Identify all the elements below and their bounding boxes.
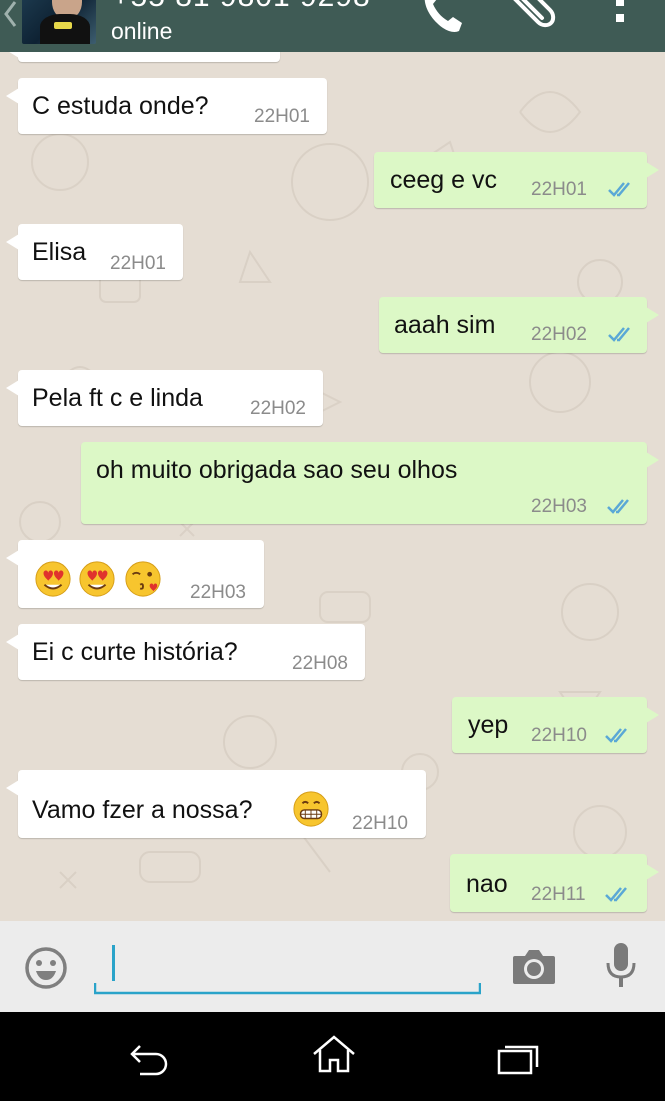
read-ticks-icon	[608, 327, 630, 342]
message-bubble-incoming[interactable]: Elisa 22H01	[6, 224, 183, 280]
message-time: 22H01	[254, 106, 310, 127]
message-bubble-outgoing[interactable]: nao 22H11	[450, 854, 659, 912]
message-text: Ei c curte história?	[32, 638, 238, 666]
heart-eyes-emoji	[79, 561, 115, 597]
message-time: 22H11	[531, 884, 586, 905]
message-time: 22H01	[110, 253, 166, 274]
message-time: 22H02	[531, 324, 587, 345]
message-bubble-outgoing[interactable]: ceeg e vc 22H01	[374, 152, 659, 208]
read-ticks-icon	[605, 887, 627, 902]
read-ticks-icon	[607, 499, 629, 514]
message-text: oh muito obrigada sao seu olhos	[96, 456, 458, 484]
contact-status: online	[111, 18, 173, 44]
back-chevron-icon[interactable]	[2, 0, 18, 30]
message-bubble-incoming[interactable]: Vamo fzer a nossa? 22H10	[6, 770, 426, 838]
read-ticks-icon	[608, 182, 630, 197]
message-compose-bar	[0, 921, 665, 1012]
message-time: 22H02	[250, 398, 306, 419]
message-text: Elisa	[32, 238, 87, 266]
message-time: 22H08	[292, 653, 348, 674]
message-text: aaah sim	[394, 311, 496, 339]
phone-call-icon[interactable]	[419, 0, 467, 36]
message-bubble-outgoing[interactable]: yep 22H10	[452, 697, 659, 753]
message-bubble-outgoing[interactable]: aaah sim 22H02	[379, 297, 659, 353]
message-time: 22H10	[531, 725, 587, 746]
message-bubble-incoming[interactable]: 22H03	[6, 540, 264, 608]
overflow-menu-icon[interactable]	[611, 0, 629, 36]
read-ticks-icon	[605, 728, 627, 743]
message-time: 22H03	[531, 496, 587, 517]
contact-title[interactable]: +55 81 9801 9298	[112, 0, 371, 14]
heart-eyes-emoji	[35, 561, 71, 597]
partial-message-bubble	[6, 52, 280, 62]
recent-apps-icon[interactable]	[496, 1042, 540, 1076]
message-text: C estuda onde?	[32, 92, 209, 120]
text-cursor	[112, 945, 115, 981]
message-time: 22H01	[531, 179, 587, 200]
message-time: 22H10	[352, 813, 408, 834]
message-text: ceeg e vc	[390, 166, 498, 194]
grimacing-face-emoji	[293, 791, 329, 827]
message-text: Vamo fzer a nossa?	[32, 796, 253, 824]
smiley-icon[interactable]	[24, 946, 68, 990]
message-text: nao	[466, 870, 508, 898]
chat-header: +55 81 9801 9298 online	[0, 0, 665, 52]
message-input[interactable]	[94, 977, 481, 995]
message-bubble-outgoing[interactable]: oh muito obrigada sao seu olhos 22H03	[81, 442, 659, 524]
message-bubble-incoming[interactable]: Pela ft c e linda 22H02	[6, 370, 323, 426]
microphone-icon[interactable]	[604, 941, 638, 991]
message-text: yep	[468, 711, 509, 739]
message-bubble-incoming[interactable]: Ei c curte história? 22H08	[6, 624, 365, 680]
message-bubble-incoming[interactable]: C estuda onde? 22H01	[6, 78, 327, 134]
message-time: 22H03	[190, 582, 246, 603]
kissing-face-emoji	[125, 561, 161, 597]
camera-icon[interactable]	[511, 948, 557, 986]
back-icon[interactable]	[128, 1042, 172, 1078]
contact-avatar[interactable]	[22, 0, 96, 44]
message-text: Pela ft c e linda	[32, 384, 203, 412]
android-navigation-bar	[0, 1012, 665, 1101]
attach-paperclip-icon[interactable]	[502, 0, 560, 34]
home-icon[interactable]	[311, 1034, 357, 1074]
message-list[interactable]: C estuda onde? 22H01 ceeg e vc 22H01 Eli…	[0, 52, 665, 921]
